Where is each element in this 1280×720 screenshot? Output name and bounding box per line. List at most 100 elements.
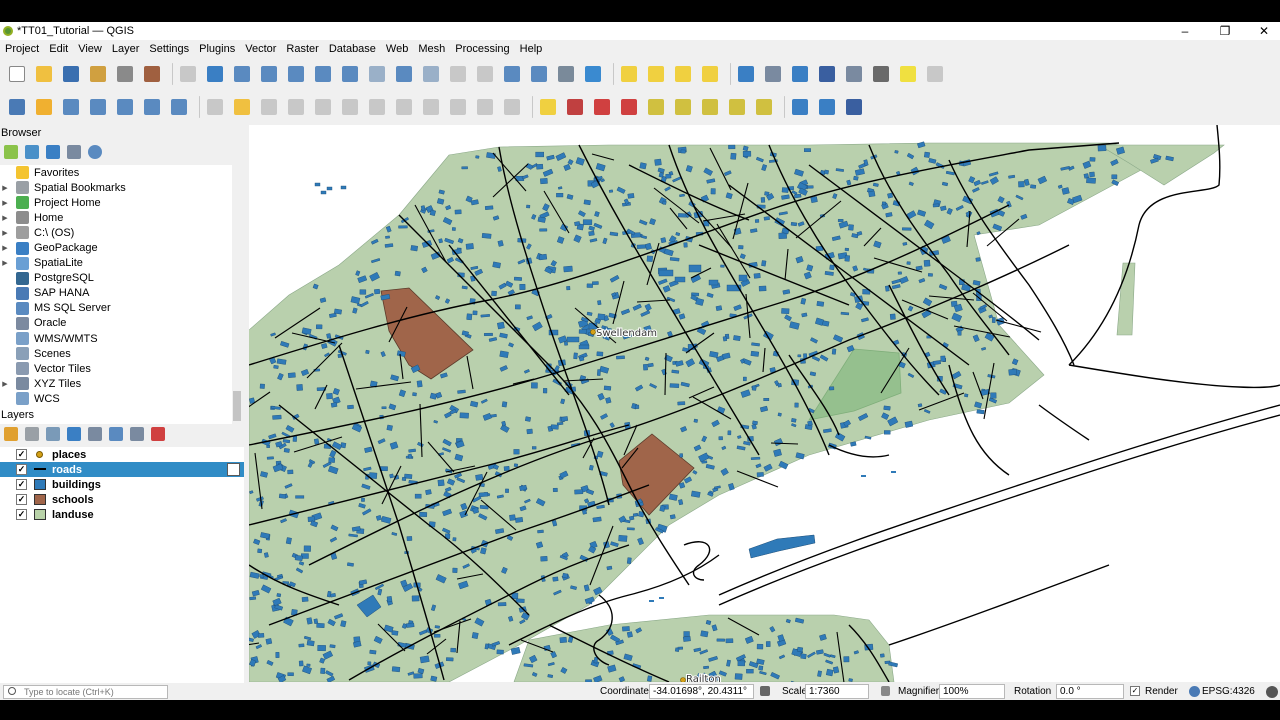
browser-item-wcs[interactable]: WCS <box>0 391 242 406</box>
render-checkbox[interactable]: ✓ <box>1130 686 1140 696</box>
menu-layer[interactable]: Layer <box>107 43 145 55</box>
layer-visibility-checkbox[interactable]: ✓ <box>16 464 27 475</box>
refresh-icon[interactable] <box>25 145 39 159</box>
add-group-icon[interactable] <box>25 427 39 441</box>
menu-help[interactable]: Help <box>515 43 548 55</box>
select-location-button[interactable] <box>699 63 721 85</box>
expand-all-icon[interactable] <box>109 427 123 441</box>
layer-visibility-checkbox[interactable]: ✓ <box>16 509 27 520</box>
browser-item-star[interactable]: Favorites <box>0 165 242 180</box>
data-source-manager-button[interactable] <box>6 96 28 118</box>
zoom-in-button[interactable] <box>231 63 253 85</box>
menu-web[interactable]: Web <box>381 43 413 55</box>
expand-arrow-icon[interactable]: ▶ <box>0 380 10 388</box>
filter-legend-icon[interactable] <box>67 427 81 441</box>
messages-icon[interactable] <box>1266 686 1278 698</box>
toggle-extents-icon[interactable] <box>760 686 770 696</box>
browser-item-sap-hana[interactable]: SAP HANA <box>0 286 242 301</box>
filter-icon[interactable] <box>46 145 60 159</box>
change-label-button[interactable] <box>726 96 748 118</box>
new-shapefile-button[interactable] <box>60 96 82 118</box>
move-label-button[interactable] <box>645 96 667 118</box>
browser-item-home[interactable]: ▶ Home <box>0 210 242 225</box>
expand-arrow-icon[interactable]: ▶ <box>0 229 10 237</box>
menu-database[interactable]: Database <box>324 43 381 55</box>
toggle-editing-button[interactable] <box>231 96 253 118</box>
new-bookmark-button[interactable] <box>501 63 523 85</box>
help-button[interactable] <box>843 96 865 118</box>
save-project-button[interactable] <box>60 63 82 85</box>
maximize-button[interactable]: ❐ <box>1205 22 1245 40</box>
browser-scrollbar[interactable] <box>232 165 242 424</box>
layer-visibility-checkbox[interactable]: ✓ <box>16 449 27 460</box>
show-hide-labels-button[interactable] <box>672 96 694 118</box>
cut-features-button[interactable] <box>393 96 415 118</box>
coordinate-field[interactable]: -34.01698°, 20.4311° <box>649 684 754 699</box>
layer-row-roads[interactable]: ✓ roads <box>0 462 244 477</box>
expand-arrow-icon[interactable]: ▶ <box>0 259 10 267</box>
zoom-full-button[interactable] <box>285 63 307 85</box>
refresh-map-button[interactable] <box>582 63 604 85</box>
menu-vector[interactable]: Vector <box>240 43 281 55</box>
browser-item-scenes[interactable]: Scenes <box>0 346 242 361</box>
expand-arrow-icon[interactable]: ▶ <box>0 214 10 222</box>
browser-item-xyz-tiles[interactable]: ▶ XYZ Tiles <box>0 376 242 391</box>
select-by-value-button[interactable] <box>645 63 667 85</box>
collapse-all-icon[interactable] <box>67 145 81 159</box>
layer-row-buildings[interactable]: ✓ buildings <box>0 477 244 492</box>
expand-arrow-icon[interactable]: ▶ <box>0 199 10 207</box>
field-calculator-button[interactable] <box>843 63 865 85</box>
info-icon[interactable] <box>88 145 102 159</box>
layer-visibility-checkbox[interactable]: ✓ <box>16 479 27 490</box>
delete-selected-button[interactable] <box>366 96 388 118</box>
copy-features-button[interactable] <box>420 96 442 118</box>
expression-filter-icon[interactable] <box>88 427 102 441</box>
layer-filter-icon[interactable] <box>227 463 240 476</box>
style-manager-button[interactable] <box>141 63 163 85</box>
new-3d-view-button[interactable] <box>474 63 496 85</box>
layer-row-schools[interactable]: ✓ schools <box>0 492 244 507</box>
deselect-button[interactable] <box>672 63 694 85</box>
zoom-last-button[interactable] <box>393 63 415 85</box>
vertex-tool-button[interactable] <box>312 96 334 118</box>
globe-icon[interactable] <box>1189 686 1200 697</box>
browser-item-vector-tiles[interactable]: Vector Tiles <box>0 361 242 376</box>
temporal-controller-button[interactable] <box>555 63 577 85</box>
browser-item-bookmark[interactable]: ▶ Spatial Bookmarks <box>0 180 242 195</box>
attribute-table-button[interactable] <box>762 63 784 85</box>
locator-search-input[interactable]: Type to locate (Ctrl+K) <box>3 685 168 699</box>
select-feature-button[interactable] <box>618 63 640 85</box>
browser-item-mssql[interactable]: MS SQL Server <box>0 301 242 316</box>
current-edits-button[interactable] <box>204 96 226 118</box>
highlight-labels-button[interactable] <box>618 96 640 118</box>
lock-scale-icon[interactable] <box>881 686 890 696</box>
layer-visibility-checkbox[interactable]: ✓ <box>16 494 27 505</box>
pan-to-selection-button[interactable] <box>204 63 226 85</box>
map-tips-button[interactable] <box>924 63 946 85</box>
toolbox-button[interactable] <box>789 63 811 85</box>
statistics-button[interactable] <box>816 63 838 85</box>
pin-labels-button[interactable] <box>591 96 613 118</box>
browser-item-spatialite[interactable]: ▶ SpatiaLite <box>0 256 242 271</box>
browser-item-drive[interactable]: ▶ C:\ (OS) <box>0 225 242 240</box>
zoom-out-button[interactable] <box>258 63 280 85</box>
menu-settings[interactable]: Settings <box>144 43 194 55</box>
menu-processing[interactable]: Processing <box>450 43 514 55</box>
node-tool-button[interactable] <box>339 96 361 118</box>
browser-item-wms[interactable]: WMS/WMTS <box>0 331 242 346</box>
browser-item-oracle[interactable]: Oracle <box>0 316 242 331</box>
open-project-button[interactable] <box>33 63 55 85</box>
redo-button[interactable] <box>501 96 523 118</box>
zoom-native-button[interactable] <box>366 63 388 85</box>
menu-raster[interactable]: Raster <box>281 43 323 55</box>
new-geopackage-button[interactable] <box>33 96 55 118</box>
new-map-view-button[interactable] <box>447 63 469 85</box>
map-canvas[interactable]: Swellendam Railton <box>249 125 1280 682</box>
visibility-icon[interactable] <box>46 427 60 441</box>
save-edits-button[interactable] <box>258 96 280 118</box>
python-console-button[interactable] <box>816 96 838 118</box>
collapse-all-layers-icon[interactable] <box>130 427 144 441</box>
browser-item-postgresql[interactable]: PostgreSQL <box>0 271 242 286</box>
show-bookmarks-button[interactable] <box>528 63 550 85</box>
print-layout-button[interactable] <box>114 63 136 85</box>
